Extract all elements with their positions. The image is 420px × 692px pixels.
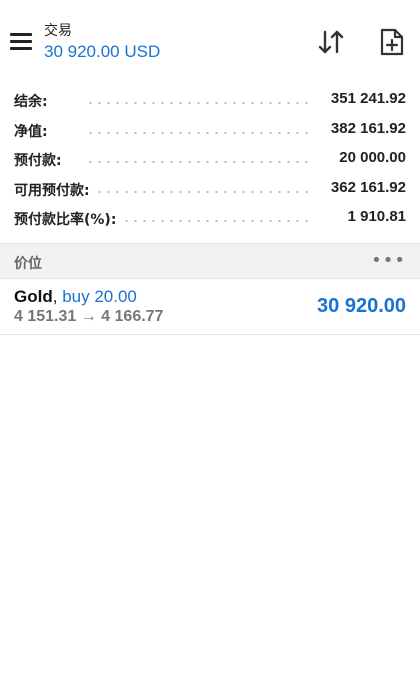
menu-icon[interactable] (8, 29, 34, 55)
summary-label: 结余: (14, 91, 56, 111)
leader-dots (86, 190, 308, 193)
page-title: 交易 (44, 23, 72, 39)
summary-row-equity: 净值: 382 161.92 (0, 116, 420, 146)
leader-dots (86, 102, 308, 104)
summary-value: 20 000.00 (331, 149, 406, 166)
sort-icon[interactable] (316, 28, 346, 56)
summary-value: 351 241.92 (322, 90, 406, 107)
summary-row-balance: 结余: 351 241.92 (0, 86, 420, 116)
summary-label: 净值: (14, 120, 56, 141)
summary-value: 1 910.81 (339, 208, 406, 225)
position-row[interactable]: Gold, buy 20.00 4 151.31 → 4 166.77 30 9… (0, 279, 420, 335)
header-profit: 30 920.00 USD (44, 42, 161, 61)
more-icon[interactable]: ••• (371, 250, 406, 271)
summary-label: 预付款比率(%): (14, 209, 125, 229)
position-symbol: Gold (14, 287, 53, 306)
positions-section-header: 价位 ••• (0, 243, 420, 279)
summary-row-margin: 预付款: 20 000.00 (0, 145, 420, 175)
summary-value: 362 161.92 (322, 178, 406, 196)
summary-label: 预付款: (14, 150, 70, 170)
leader-dots (86, 161, 308, 163)
position-symbol-line: Gold, buy 20.00 (14, 287, 137, 307)
section-title: 价位 (14, 256, 42, 272)
summary-value: 382 161.92 (322, 119, 406, 137)
summary-row-free-margin: 可用预付款: 362 161.92 (0, 175, 420, 205)
summary-label: 可用预付款: (14, 179, 98, 200)
leader-dots (86, 131, 308, 134)
new-document-icon[interactable] (379, 27, 405, 57)
position-prices: 4 151.31 → 4 166.77 (14, 308, 164, 325)
symbol-separator: , (52, 287, 58, 306)
top-bar: 交易 30 920.00 USD (0, 0, 420, 84)
summary-row-margin-level: 预付款比率(%): 1 910.81 (0, 204, 420, 234)
account-summary: 结余: 351 241.92 净值: 382 161.92 预付款: 20 00… (0, 86, 420, 234)
position-profit: 30 920.00 (317, 295, 406, 317)
position-direction: buy 20.00 (62, 287, 137, 306)
